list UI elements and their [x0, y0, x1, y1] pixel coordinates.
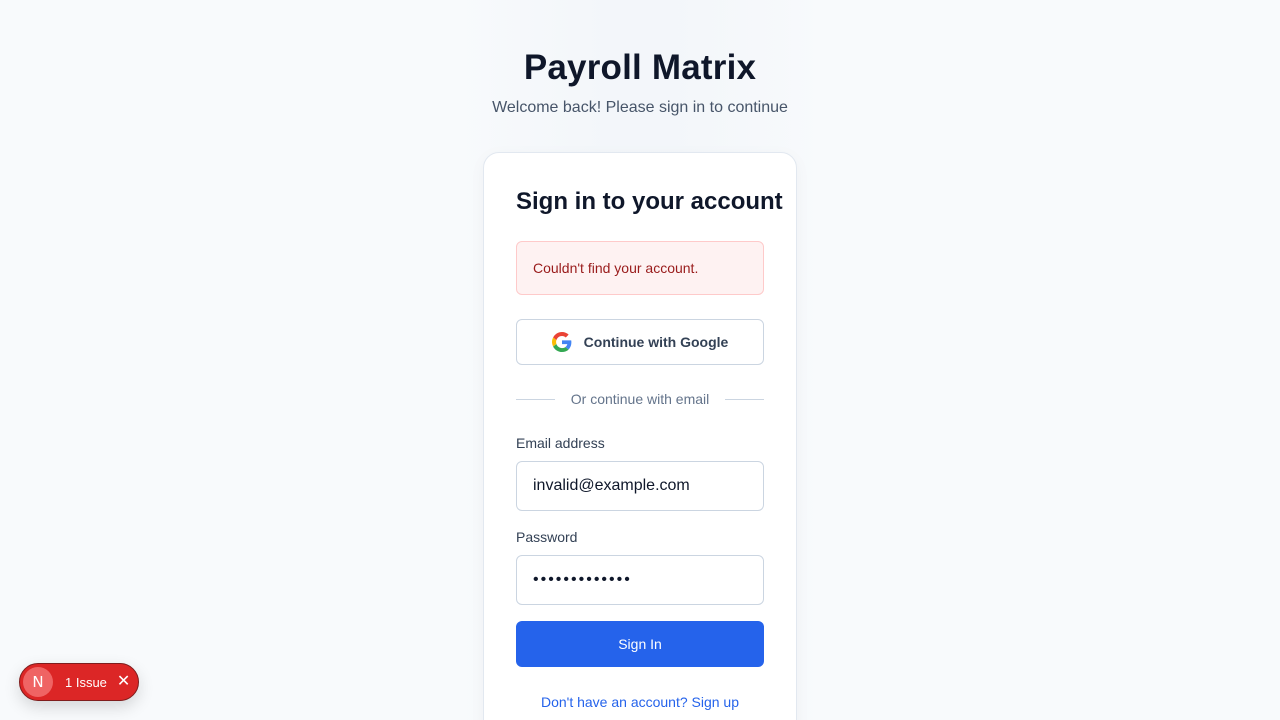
email-label: Email address [516, 435, 605, 451]
close-icon[interactable]: ✕ [117, 674, 130, 690]
google-icon [551, 332, 572, 352]
email-field[interactable] [516, 461, 764, 511]
issues-badge[interactable]: N 1 Issue ✕ [19, 663, 139, 701]
divider-line-left [516, 398, 555, 400]
issue-count: 1 Issue [65, 674, 107, 690]
error-message: Couldn't find your account. [533, 260, 699, 276]
app-subtitle: Welcome back! Please sign in to continue [492, 99, 788, 116]
error-alert: Couldn't find your account. [516, 241, 764, 295]
divider-line-right [725, 398, 765, 400]
page-header: Payroll Matrix Welcome back! Please sign… [0, 46, 1280, 120]
divider: Or continue with email [516, 389, 765, 409]
nextjs-logo-icon: N [23, 667, 53, 697]
password-label: Password [516, 529, 578, 545]
signin-button[interactable]: Sign In [516, 621, 764, 667]
app-title: Payroll Matrix [523, 48, 757, 87]
signin-card: Sign in to your account Couldn't find yo… [483, 152, 797, 720]
google-button-label: Continue with Google [583, 334, 729, 350]
google-signin-button[interactable]: Continue with Google [516, 319, 764, 365]
card-title: Sign in to your account [516, 188, 783, 215]
signup-link[interactable]: Don't have an account? Sign up [484, 694, 796, 710]
divider-text: Or continue with email [570, 391, 710, 407]
password-field[interactable] [516, 555, 764, 605]
